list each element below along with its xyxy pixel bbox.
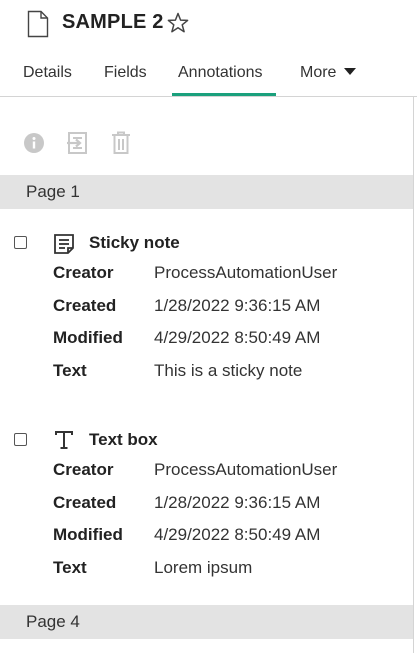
modified-value: 4/29/2022 8:50:49 AM bbox=[154, 328, 321, 347]
annotation-title: Text box bbox=[89, 430, 158, 449]
info-icon[interactable] bbox=[23, 132, 45, 159]
created-value: 1/28/2022 9:36:15 AM bbox=[154, 296, 321, 315]
tab-bar: Details Fields Annotations More bbox=[0, 58, 417, 97]
page-header: Page 1 bbox=[0, 175, 413, 209]
annotation-title: Sticky note bbox=[89, 233, 180, 252]
creator-label: Creator bbox=[53, 460, 114, 479]
text-value: This is a sticky note bbox=[154, 361, 303, 380]
star-outline-icon[interactable] bbox=[166, 11, 190, 40]
tab-more-label: More bbox=[300, 64, 337, 81]
document-title: SAMPLE 2 bbox=[62, 11, 164, 33]
text-label: Text bbox=[53, 361, 87, 380]
tab-details[interactable]: Details bbox=[23, 64, 72, 82]
created-label: Created bbox=[53, 296, 117, 315]
tab-annotations[interactable]: Annotations bbox=[178, 64, 263, 82]
created-label: Created bbox=[53, 493, 117, 512]
created-value: 1/28/2022 9:36:15 AM bbox=[154, 493, 321, 512]
modified-label: Modified bbox=[53, 328, 123, 347]
trash-icon[interactable] bbox=[111, 131, 131, 160]
annotation-checkbox[interactable] bbox=[14, 236, 27, 249]
modified-value: 4/29/2022 8:50:49 AM bbox=[154, 525, 321, 544]
tab-more[interactable]: More bbox=[300, 64, 357, 82]
page-header: Page 4 bbox=[0, 605, 413, 639]
creator-label: Creator bbox=[53, 263, 114, 282]
tab-fields[interactable]: Fields bbox=[104, 64, 147, 82]
modified-label: Modified bbox=[53, 525, 123, 544]
document-icon bbox=[27, 10, 49, 43]
go-to-annotation-icon[interactable] bbox=[66, 130, 92, 161]
annotation-checkbox[interactable] bbox=[14, 433, 27, 446]
text-label: Text bbox=[53, 558, 87, 577]
creator-value: ProcessAutomationUser bbox=[154, 460, 338, 479]
panel-divider bbox=[413, 97, 414, 653]
active-tab-indicator bbox=[172, 93, 276, 96]
text-value: Lorem ipsum bbox=[154, 558, 253, 577]
caret-down-icon bbox=[344, 68, 357, 75]
creator-value: ProcessAutomationUser bbox=[154, 263, 338, 282]
document-header: SAMPLE 2 bbox=[0, 0, 417, 50]
sticky-note-icon bbox=[53, 233, 75, 260]
text-box-icon bbox=[53, 429, 75, 456]
annotation-toolbar bbox=[0, 128, 417, 158]
